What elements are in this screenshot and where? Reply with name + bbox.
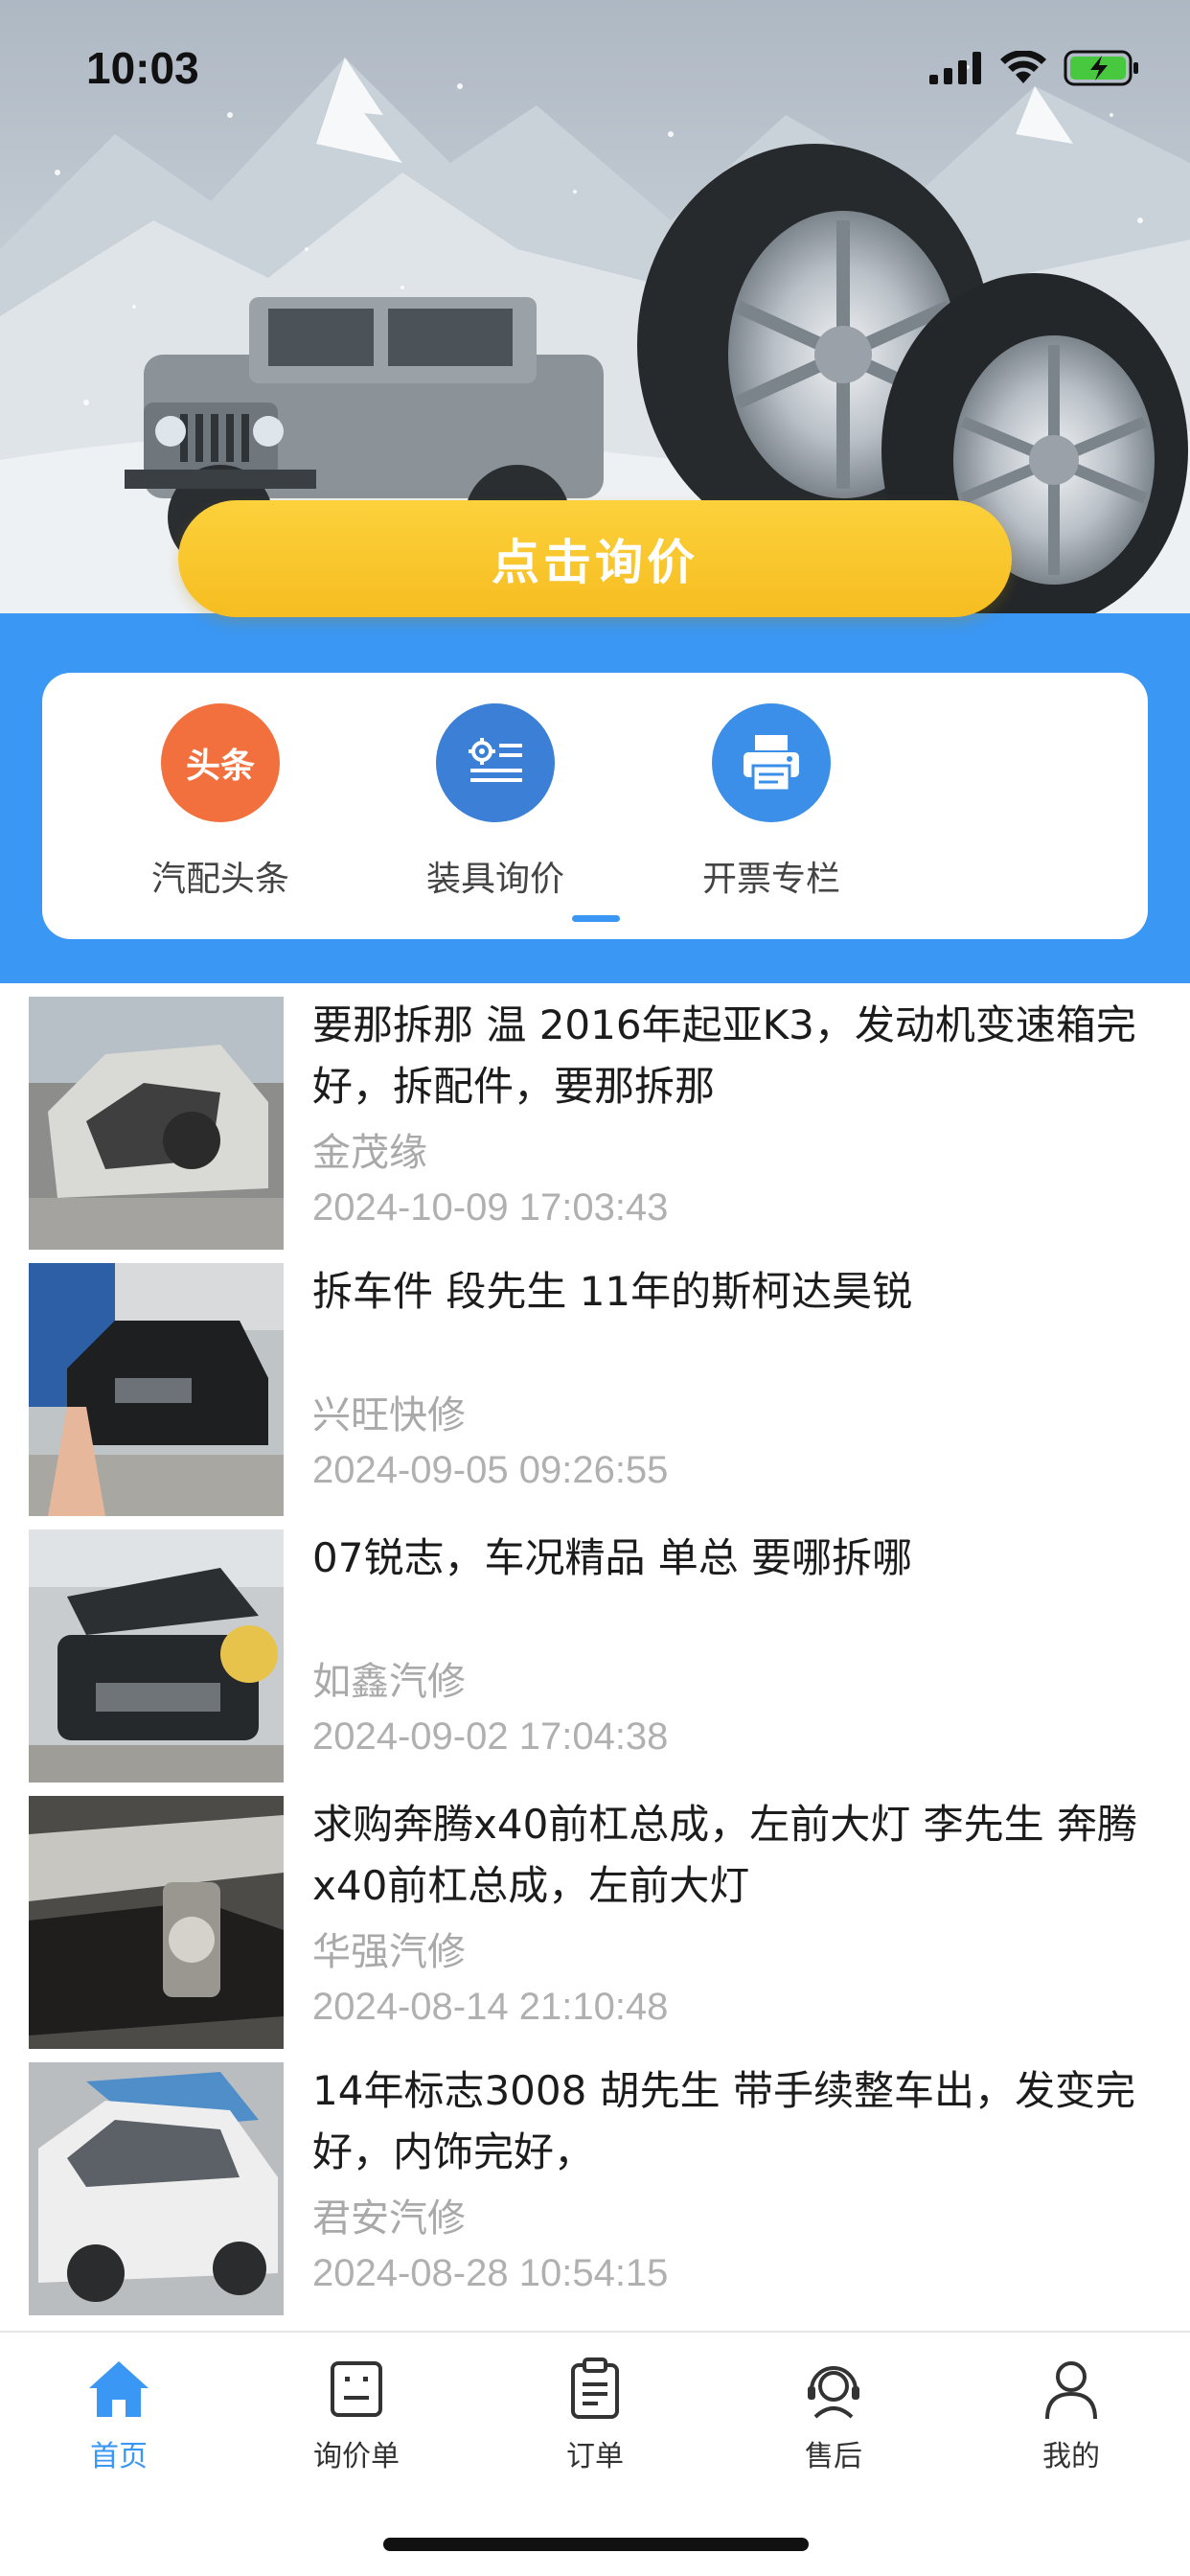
news-title: 要那拆那 温 2016年起亚K3，发动机变速箱完好，拆配件，要那拆那 (312, 1001, 1136, 1110)
news-list-item[interactable]: 14年标志3008 胡先生 带手续整车出，发变完好，内饰完好， 君安汽修 202… (0, 2049, 1190, 2315)
news-source: 华强汽修 (312, 1930, 466, 1974)
order-icon (571, 2358, 619, 2419)
quick-menu-label: 装具询价 (425, 860, 564, 899)
wrecked-car-thumbnail (29, 997, 284, 1250)
tab-inquiry[interactable]: 询价单 (261, 2356, 452, 2474)
headline-icon-text: 头条 (185, 747, 255, 786)
home-indicator (383, 2538, 809, 2551)
sedan-hood-open-thumbnail (29, 1530, 284, 1782)
news-source: 兴旺快修 (312, 1393, 466, 1438)
tab-label: 首页 (90, 2440, 148, 2473)
news-source: 如鑫汽修 (312, 1660, 466, 1704)
signal-icon (929, 52, 981, 84)
quick-menu-label: 汽配头条 (150, 860, 289, 899)
tab-label: 订单 (566, 2440, 624, 2473)
news-title: 14年标志3008 胡先生 带手续整车出，发变完好，内饰完好， (312, 2067, 1136, 2175)
news-list-item[interactable]: 求购奔腾x40前杠总成，左前大灯 李先生 奔腾x40前杠总成，左前大灯 华强汽修… (0, 1782, 1190, 2049)
quick-menu-page-indicator (572, 915, 620, 922)
news-source: 金茂缘 (312, 1131, 427, 1175)
quick-menu-headlines[interactable]: 头条 汽配头条 (105, 703, 335, 901)
news-date: 2024-08-28 10:54:15 (312, 2252, 669, 2294)
tab-label: 售后 (805, 2440, 862, 2473)
tab-orders[interactable]: 订单 (499, 2356, 691, 2474)
tab-label: 我的 (1042, 2440, 1100, 2473)
tab-label: 询价单 (313, 2440, 400, 2473)
news-list-item[interactable]: 07锐志，车况精品 单总 要哪拆哪 如鑫汽修 2024-09-02 17:04:… (0, 1516, 1190, 1782)
news-title: 拆车件 段先生 11年的斯柯达昊锐 (312, 1268, 913, 1315)
printer-glyph (744, 735, 799, 793)
black-sedan-thumbnail (29, 1263, 284, 1516)
quick-menu-card: 头条 汽配头条 装具询价 开票专栏 (42, 673, 1148, 939)
news-list: 要那拆那 温 2016年起亚K3，发动机变速箱完好，拆配件，要那拆那 金茂缘 2… (0, 983, 1190, 2315)
headline-icon: 头条 (161, 703, 280, 822)
status-bar: 10:03 (0, 0, 1190, 134)
news-date: 2024-09-02 17:04:38 (312, 1715, 669, 1758)
news-list-item[interactable]: 要那拆那 温 2016年起亚K3，发动机变速箱完好，拆配件，要那拆那 金茂缘 2… (0, 983, 1190, 1250)
wifi-icon (1000, 51, 1046, 83)
status-time: 10:03 (86, 43, 199, 93)
inquiry-cta-button[interactable]: 点击询价 (178, 500, 1012, 617)
bumper-headlight-thumbnail (29, 1796, 284, 2049)
news-title: 求购奔腾x40前杠总成，左前大灯 李先生 奔腾x40前杠总成，左前大灯 (312, 1801, 1138, 1909)
news-source: 君安汽修 (312, 2196, 466, 2241)
news-date: 2024-09-05 09:26:55 (312, 1449, 669, 1491)
tab-profile[interactable]: 我的 (975, 2356, 1167, 2474)
after-sales-icon (808, 2366, 859, 2419)
printer-icon (712, 703, 831, 822)
inquiry-icon (331, 2361, 382, 2417)
tab-after-sales[interactable]: 售后 (738, 2356, 929, 2474)
white-suv-thumbnail (29, 2062, 284, 2315)
home-icon (89, 2361, 149, 2417)
news-date: 2024-08-14 21:10:48 (312, 1986, 669, 2028)
news-title: 07锐志，车况精品 单总 要哪拆哪 (312, 1534, 913, 1581)
status-icons (929, 50, 1140, 86)
news-date: 2024-10-09 17:03:43 (312, 1186, 669, 1229)
settings-list-icon (436, 703, 555, 822)
quick-menu-equipment-inquiry[interactable]: 装具询价 (380, 703, 610, 901)
hero-banner: 10:03 点击询价 (0, 0, 1190, 671)
settings-list-glyph (469, 738, 522, 782)
news-list-item[interactable]: 拆车件 段先生 11年的斯柯达昊锐 兴旺快修 2024-09-05 09:26:… (0, 1250, 1190, 1516)
battery-charging-icon (1064, 50, 1138, 86)
profile-icon (1045, 2361, 1097, 2420)
quick-menu-label: 开票专栏 (701, 860, 840, 899)
quick-menu-invoice[interactable]: 开票专栏 (656, 703, 886, 901)
tab-home[interactable]: 首页 (23, 2356, 215, 2474)
